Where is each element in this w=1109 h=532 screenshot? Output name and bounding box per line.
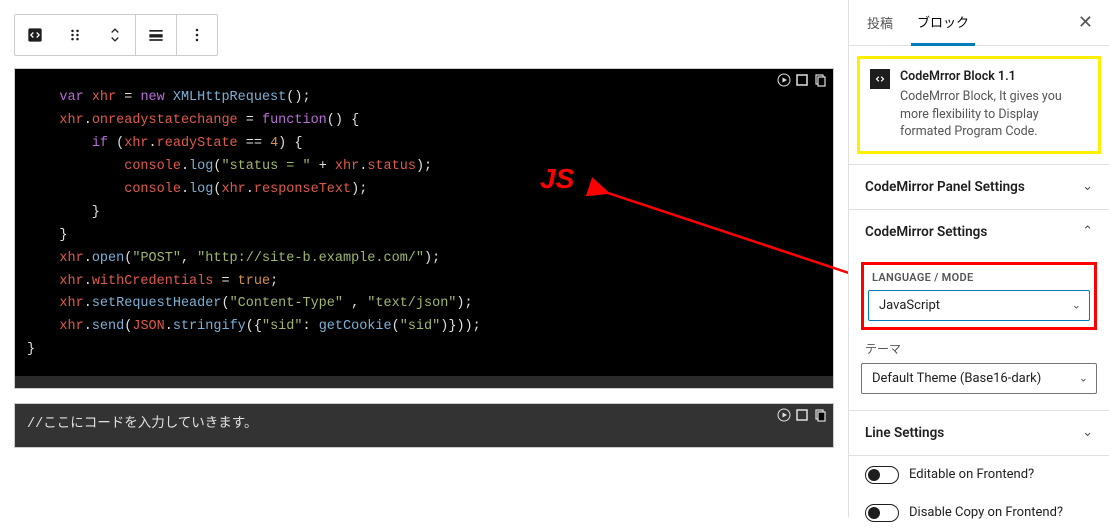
chevron-down-icon: ⌄ [1072,299,1081,312]
block-icon [870,69,890,89]
toggle-editable-row: Editable on Frontend? [849,456,1109,494]
drag-handle-button[interactable] [55,15,95,55]
theme-label: テーマ [865,340,1097,357]
panel-line-settings[interactable]: Line Settings ⌄ [849,410,1109,455]
block-toolbar [14,14,218,56]
panel-cm-settings[interactable]: CodeMirror Settings ⌃ [849,209,1109,254]
toggle-disable-copy-row: Disable Copy on Frontend? [849,494,1109,532]
language-mode-select[interactable]: JavaScript ⌄ [868,290,1090,321]
toggle-editable[interactable] [865,466,899,484]
language-mode-highlight: LANGUAGE / MODE JavaScript ⌄ [861,262,1097,330]
chevron-down-icon: ⌄ [1082,425,1093,440]
toggle-disable-copy[interactable] [865,504,899,522]
horizontal-scrollbar[interactable] [15,376,833,388]
close-icon[interactable]: ✕ [1074,8,1097,37]
cm-settings-content: LANGUAGE / MODE JavaScript ⌄ テーマ Default… [849,254,1109,410]
block-description: CodeMrror Block, It gives you more flexi… [900,88,1088,141]
copy-icon[interactable] [813,408,827,422]
fullscreen-icon[interactable] [795,73,809,87]
chevron-down-icon: ⌄ [1082,179,1093,194]
move-up-down-button[interactable] [95,15,135,55]
code-block-header [777,73,827,87]
chevron-up-icon: ⌃ [1082,224,1093,239]
block-type-button[interactable] [15,15,55,55]
settings-sidebar: 投稿 ブロック ✕ CodeMrror Block 1.1 CodeMrror … [848,0,1109,517]
code-block-1[interactable]: var xhr = new XMLHttpRequest(); xhr.onre… [14,68,834,389]
block-title: CodeMrror Block 1.1 [900,69,1088,84]
play-icon[interactable] [777,408,791,422]
align-button[interactable] [136,15,176,55]
fullscreen-icon[interactable] [795,408,809,422]
language-mode-label: LANGUAGE / MODE [868,271,1090,284]
copy-icon[interactable] [813,73,827,87]
tab-block[interactable]: ブロック [911,0,975,46]
editor-canvas: var xhr = new XMLHttpRequest(); xhr.onre… [0,0,848,517]
theme-select[interactable]: Default Theme (Base16-dark) ⌄ [861,363,1097,394]
panel-cm-panel-settings[interactable]: CodeMirror Panel Settings ⌄ [849,164,1109,209]
code-block-header [777,408,827,422]
js-annotation-label: JS [540,163,574,195]
code-block-2[interactable]: //ここにコードを入力していきます。 [14,403,834,448]
code-content[interactable]: var xhr = new XMLHttpRequest(); xhr.onre… [15,69,833,374]
chevron-down-icon: ⌄ [1079,372,1088,385]
more-options-button[interactable] [177,15,217,55]
sidebar-tabs: 投稿 ブロック ✕ [849,0,1109,46]
play-icon[interactable] [777,73,791,87]
tab-post[interactable]: 投稿 [861,1,899,44]
block-info-card: CodeMrror Block 1.1 CodeMrror Block, It … [857,56,1101,154]
code-placeholder[interactable]: //ここにコードを入力していきます。 [15,404,833,447]
